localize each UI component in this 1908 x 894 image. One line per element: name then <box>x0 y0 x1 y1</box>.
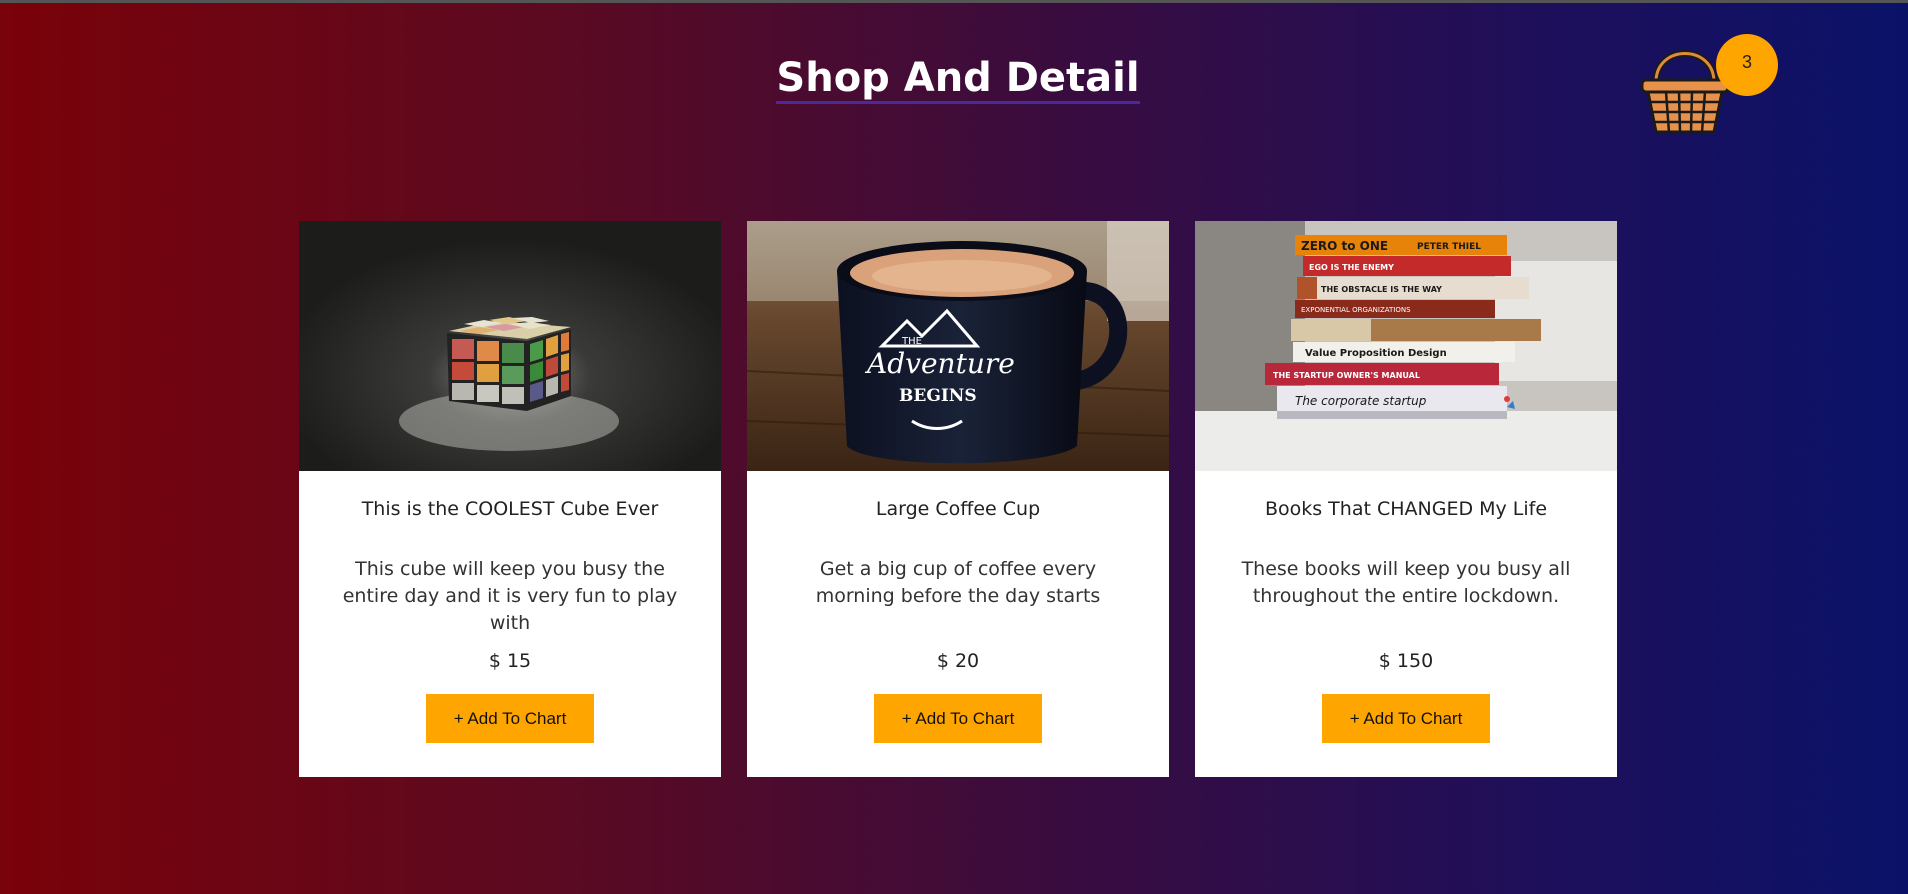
product-description: These books will keep you busy all throu… <box>1241 558 1571 607</box>
page-title: Shop And Detail <box>0 55 1908 104</box>
product-price: $ 15 <box>488 650 532 672</box>
product-card: This is the COOLEST Cube Ever This cube … <box>299 221 721 777</box>
product-description: Get a big cup of coffee every morning be… <box>815 558 1101 607</box>
window-top-border <box>0 0 1908 3</box>
svg-text:EXPONENTIAL ORGANIZATIONS: EXPONENTIAL ORGANIZATIONS <box>1301 306 1411 314</box>
coffee-mug-photo: THE Adventure BEGINS <box>747 221 1169 471</box>
product-grid: This is the COOLEST Cube Ever This cube … <box>299 221 1617 777</box>
cart-count-badge[interactable]: 3 <box>1716 34 1778 96</box>
product-price: $ 20 <box>936 650 980 672</box>
rubiks-cube-photo <box>299 221 721 471</box>
add-to-cart-button[interactable]: + Add To Chart <box>874 694 1042 743</box>
product-image-cube <box>299 221 721 471</box>
svg-text:PETER THIEL: PETER THIEL <box>1417 242 1481 252</box>
svg-text:Adventure: Adventure <box>864 347 1015 380</box>
svg-text:ZERO to ONE: ZERO to ONE <box>1301 239 1388 253</box>
svg-text:BEGINS: BEGINS <box>899 386 977 406</box>
product-title: This is the COOLEST Cube Ever <box>361 498 659 520</box>
product-title: Books That CHANGED My Life <box>1264 498 1548 520</box>
product-title: Large Coffee Cup <box>875 498 1041 520</box>
svg-text:THE: THE <box>901 336 922 347</box>
product-image-books: ZERO to ONE PETER THIEL EGO IS THE ENEMY… <box>1195 221 1617 471</box>
svg-text:THE OBSTACLE IS THE WAY: THE OBSTACLE IS THE WAY <box>1321 285 1442 294</box>
svg-text:The corporate startup: The corporate startup <box>1295 394 1427 408</box>
add-to-cart-button[interactable]: + Add To Chart <box>426 694 594 743</box>
product-image-coffee: THE Adventure BEGINS <box>747 221 1169 471</box>
svg-text:THE STARTUP OWNER'S MANUAL: THE STARTUP OWNER'S MANUAL <box>1273 371 1420 380</box>
svg-text:EGO IS THE ENEMY: EGO IS THE ENEMY <box>1309 263 1394 272</box>
product-card: THE Adventure BEGINS Large Coffee Cup Ge… <box>747 221 1169 777</box>
product-price: $ 150 <box>1378 650 1434 672</box>
product-description: This cube will keep you busy the entire … <box>342 558 678 634</box>
product-card: ZERO to ONE PETER THIEL EGO IS THE ENEMY… <box>1195 221 1617 777</box>
svg-text:Value Proposition Design: Value Proposition Design <box>1305 348 1447 359</box>
add-to-cart-button[interactable]: + Add To Chart <box>1322 694 1490 743</box>
book-stack-photo: ZERO to ONE PETER THIEL EGO IS THE ENEMY… <box>1195 221 1617 471</box>
